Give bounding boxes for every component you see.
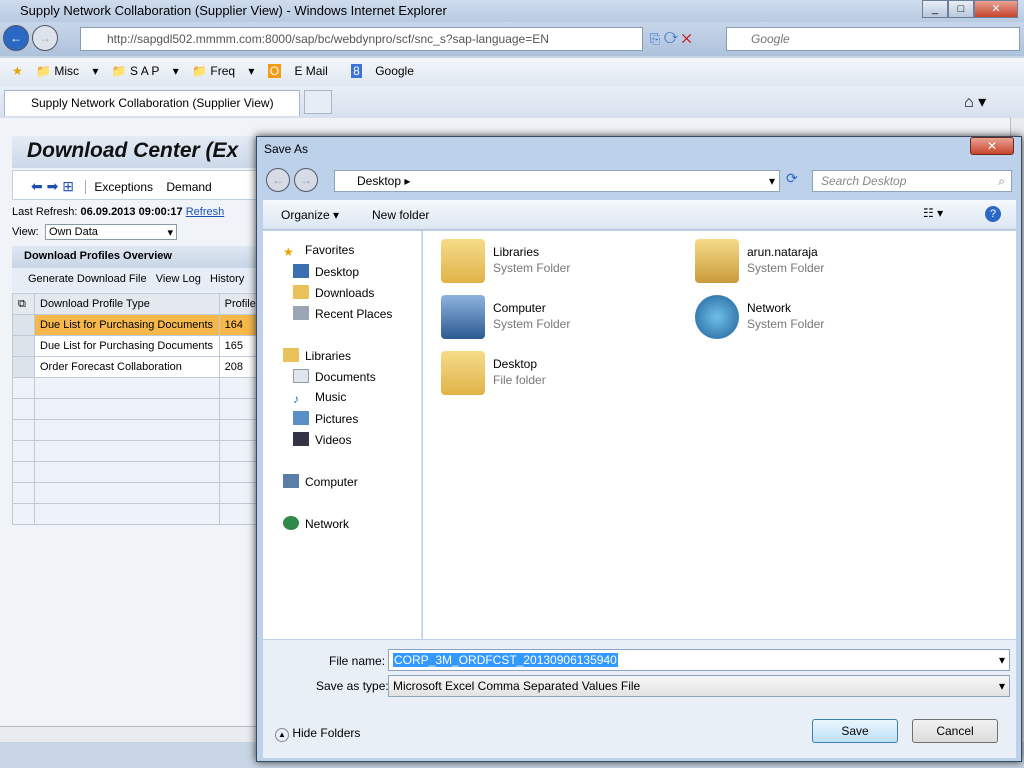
app-toolbar: ⬅ ➡ ⊞ Exceptions Demand	[12, 170, 262, 200]
nav-documents[interactable]: Documents	[293, 369, 376, 384]
favorites-bar: ★ 📁 Misc ▾ 📁 S A P ▾ 📁 Freq ▾ O E Mail 8…	[0, 58, 1024, 86]
save-type-select[interactable]: Microsoft Excel Comma Separated Values F…	[388, 675, 1010, 697]
demand-link[interactable]: Demand	[166, 180, 211, 194]
fav-misc[interactable]: 📁 Misc ▾	[36, 64, 98, 78]
maximize-button[interactable]: □	[948, 0, 974, 18]
file-item-user[interactable]: arun.nataraja System Folder	[695, 239, 925, 289]
fav-freq[interactable]: 📁 Freq ▾	[192, 64, 254, 78]
home-icon[interactable]: ⌂ ▾	[964, 92, 986, 112]
help-icon[interactable]: ?	[985, 206, 1001, 222]
fav-google[interactable]: 8 Google	[351, 64, 424, 78]
navigation-pane: ★ Favorites Desktop Downloads Recent Plac…	[263, 231, 422, 639]
save-button[interactable]: Save	[812, 719, 898, 743]
libraries-icon	[441, 239, 485, 283]
cancel-button[interactable]: Cancel	[912, 719, 998, 743]
window-title: Supply Network Collaboration (Supplier V…	[20, 3, 447, 18]
computer-icon	[441, 295, 485, 339]
file-name-label: File name:	[329, 654, 386, 668]
exceptions-link[interactable]: Exceptions	[85, 180, 154, 194]
back-button[interactable]: ←	[3, 25, 29, 51]
history-button[interactable]: History	[210, 273, 244, 285]
fav-sap[interactable]: 📁 S A P ▾	[112, 64, 179, 78]
nav-desktop[interactable]: Desktop	[293, 264, 359, 279]
favorites-star-icon[interactable]: ★	[12, 64, 23, 78]
collapse-icon: ▲	[275, 728, 289, 742]
network-icon	[695, 295, 739, 339]
panel-title: Download Profiles Overview	[12, 246, 262, 268]
file-item-network[interactable]: Network System Folder	[695, 295, 925, 345]
minimize-button[interactable]: _	[922, 0, 948, 18]
nav-downloads[interactable]: Downloads	[293, 285, 374, 300]
new-folder-button[interactable]: New folder	[372, 208, 429, 222]
search-input[interactable]: Google	[726, 27, 1020, 51]
view-log-button[interactable]: View Log	[156, 273, 201, 285]
nav-music[interactable]: ♪ Music	[293, 390, 346, 406]
nav-recent-places[interactable]: Recent Places	[293, 306, 392, 321]
refresh-link[interactable]: Refresh	[186, 206, 225, 218]
file-name-input[interactable]: CORP_3M_ORDFCST_20130906135940 ▾	[388, 649, 1010, 671]
last-refresh: Last Refresh: 06.09.2013 09:00:17 Refres…	[12, 206, 225, 218]
dialog-command-bar: Organize ▾ New folder ☷ ▾ ?	[263, 200, 1016, 230]
nav-network[interactable]: Network	[283, 516, 349, 531]
view-options-icon[interactable]: ☷ ▾	[923, 206, 943, 220]
col-header[interactable]: Download Profile Type	[34, 293, 220, 315]
table-row[interactable]: Order Forecast Collaboration 208	[12, 356, 263, 378]
file-list: Libraries System Folder arun.nataraja Syst…	[423, 231, 1016, 639]
page-title: Download Center (Ex	[12, 136, 262, 168]
file-item-computer[interactable]: Computer System Folder	[441, 295, 671, 345]
file-item-desktop[interactable]: Desktop File folder	[441, 351, 671, 401]
dialog-close-button[interactable]: ✕	[970, 137, 1014, 155]
organize-button[interactable]: Organize ▾	[281, 208, 339, 222]
view-label: View:	[12, 226, 39, 238]
nav-computer[interactable]: Computer	[283, 474, 358, 489]
new-tab-button[interactable]	[304, 90, 332, 114]
save-type-label: Save as type:	[316, 679, 389, 693]
generate-download-button[interactable]: Generate Download File	[28, 273, 147, 285]
dialog-refresh-icon[interactable]: ⟳	[786, 170, 806, 192]
fav-email[interactable]: O E Mail	[267, 64, 338, 78]
browser-tab[interactable]: Supply Network Collaboration (Supplier V…	[4, 90, 300, 116]
file-item-libraries[interactable]: Libraries System Folder	[441, 239, 671, 289]
refresh-stop-icons[interactable]: ⎘ ⟳ ✕	[650, 31, 722, 47]
nav-pictures[interactable]: Pictures	[293, 411, 358, 426]
dialog-forward-button[interactable]: →	[294, 168, 318, 192]
hide-folders-button[interactable]: ▲ Hide Folders	[275, 726, 360, 742]
table-row[interactable]: Due List for Purchasing Documents 164	[12, 314, 263, 336]
dialog-back-button[interactable]: ←	[266, 168, 290, 192]
profiles-table: ⧉ Download Profile Type Profile Due List f…	[12, 293, 263, 525]
dialog-bottom: File name: CORP_3M_ORDFCST_2013090613594…	[263, 640, 1016, 758]
user-folder-icon	[695, 239, 739, 283]
dialog-search-input[interactable]: Search Desktop ⌕	[812, 170, 1012, 192]
nav-videos[interactable]: Videos	[293, 432, 351, 447]
path-breadcrumb[interactable]: Desktop ▸ ▾	[334, 170, 780, 192]
browser-title-bar: Supply Network Collaboration (Supplier V…	[0, 0, 1024, 22]
nav-arrows-icon[interactable]: ⬅ ➡ ⊞	[31, 178, 74, 194]
dialog-title: Save As	[264, 142, 309, 156]
url-input[interactable]: http://sapgdl502.mmmm.com:8000/sap/bc/we…	[80, 27, 643, 51]
nav-libraries[interactable]: Libraries	[283, 348, 351, 363]
select-all-icon[interactable]: ⧉	[12, 293, 35, 315]
folder-icon	[441, 351, 485, 395]
panel-actions: Generate Download File View Log History	[12, 268, 262, 292]
table-row[interactable]: Due List for Purchasing Documents 165	[12, 335, 263, 357]
close-button[interactable]: ✕	[974, 0, 1018, 18]
view-select[interactable]: Own Data ▾	[45, 224, 177, 240]
nav-favorites[interactable]: ★ Favorites	[283, 243, 354, 259]
forward-button[interactable]: →	[32, 25, 58, 51]
horizontal-scrollbar[interactable]	[0, 726, 256, 742]
